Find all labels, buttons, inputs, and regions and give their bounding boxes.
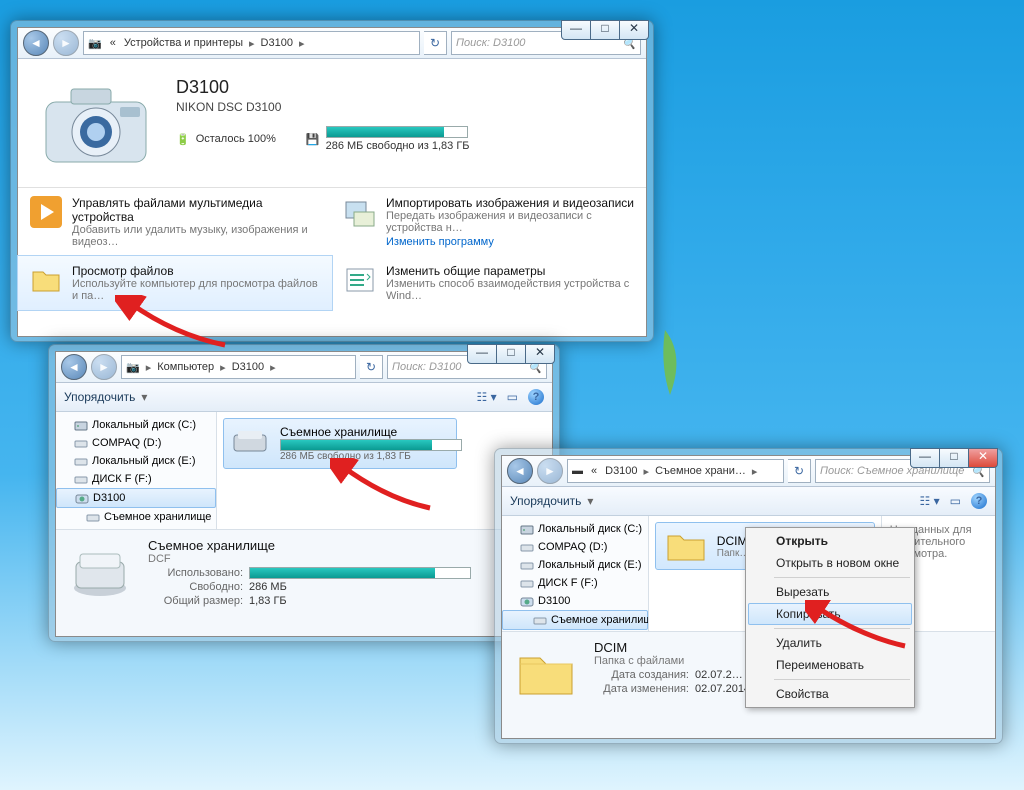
help-button[interactable]: ? (971, 493, 987, 509)
forward-button[interactable]: ► (53, 30, 79, 56)
refresh-button[interactable]: ↻ (788, 459, 811, 483)
help-button[interactable]: ? (528, 389, 544, 405)
drive-icon (74, 472, 88, 486)
drive-icon (533, 613, 547, 627)
battery-icon: 🔋 (176, 133, 190, 146)
breadcrumb[interactable]: 📷▸ Компьютер▸ D3100▸ (121, 355, 356, 379)
back-button[interactable]: ◄ (507, 458, 533, 484)
view-button[interactable]: ☷ ▾ (920, 494, 940, 508)
tree-item[interactable]: Съемное хранилище (56, 508, 216, 526)
hdd-icon (74, 418, 88, 432)
tree-item[interactable]: ДИСК F (F:) (56, 470, 216, 488)
minimize-button[interactable]: — (910, 448, 940, 468)
minimize-button[interactable]: — (561, 20, 591, 40)
tree-item[interactable]: Съемное хранилище (502, 610, 648, 630)
back-button[interactable]: ◄ (23, 30, 49, 56)
camera-icon (520, 594, 534, 608)
address-bar: ◄ ► 📷 « Устройства и принтеры▸ D3100▸ ↻ … (18, 28, 646, 59)
tree-item[interactable]: Локальный диск (C:) (502, 520, 648, 538)
menu-item-открыть[interactable]: Открыть (748, 530, 912, 552)
breadcrumb[interactable]: 📷 « Устройства и принтеры▸ D3100▸ (83, 31, 420, 55)
close-button[interactable]: ✕ (619, 20, 649, 40)
tree-item[interactable]: D3100 (56, 488, 216, 508)
camera-icon (36, 77, 156, 177)
device-name: D3100 (176, 77, 470, 98)
drive-icon (74, 454, 88, 468)
close-button[interactable]: ✕ (525, 344, 555, 364)
sdcard-icon: 💾 (306, 133, 320, 146)
organize-button[interactable]: Упорядочить (64, 390, 135, 404)
drive-icon (520, 576, 534, 590)
drive-icon (86, 510, 100, 524)
maximize-button[interactable]: □ (939, 448, 969, 468)
view-button[interactable]: ☷ ▾ (477, 390, 497, 404)
menu-item-удалить[interactable]: Удалить (748, 632, 912, 654)
device-window: — □ ✕ ◄ ► 📷 « Устройства и принтеры▸ D31… (10, 20, 654, 342)
drive-icon (520, 558, 534, 572)
drive-icon (74, 436, 88, 450)
forward-button[interactable]: ► (537, 458, 563, 484)
nav-tree[interactable]: Локальный диск (C:)COMPAQ (D:)Локальный … (502, 516, 649, 631)
tree-item[interactable]: Локальный диск (E:) (56, 452, 216, 470)
context-menu: ОткрытьОткрыть в новом окне ВырезатьКопир… (745, 527, 915, 708)
minimize-button[interactable]: — (467, 344, 497, 364)
storage-bar (280, 439, 462, 451)
breadcrumb[interactable]: ▬ « D3100▸ Съемное храни…▸ (567, 459, 784, 483)
menu-item-копировать[interactable]: Копировать (748, 603, 912, 625)
menu-item-открыть в новом окне[interactable]: Открыть в новом окне (748, 552, 912, 574)
change-program-link[interactable]: Изменить программу (386, 236, 494, 248)
back-button[interactable]: ◄ (61, 354, 87, 380)
explorer-window-2: — □ ✕ ◄ ► ▬ « D3100▸ Съемное храни…▸ ↻ П… (494, 448, 1003, 744)
menu-item-свойства[interactable]: Свойства (748, 683, 912, 705)
task-import[interactable]: Импортировать изображения и видеозаписиП… (332, 188, 646, 256)
tree-item[interactable]: Локальный диск (E:) (502, 556, 648, 574)
details-subtitle: DCF (148, 553, 471, 565)
device-model: NIKON DSC D3100 (176, 100, 470, 114)
organize-button[interactable]: Упорядочить (510, 494, 581, 508)
folder-icon (514, 640, 578, 704)
task-manage-media[interactable]: Управлять файлами мультимедиа устройства… (18, 188, 332, 256)
tree-item[interactable]: COMPAQ (D:) (56, 434, 216, 452)
maximize-button[interactable]: □ (496, 344, 526, 364)
tree-item[interactable]: COMPAQ (D:) (502, 538, 648, 556)
drive-icon (68, 538, 132, 602)
menu-item-переименовать[interactable]: Переименовать (748, 654, 912, 676)
storage-text: 286 МБ свободно из 1,83 ГБ (326, 140, 470, 152)
refresh-button[interactable]: ↻ (424, 31, 447, 55)
tree-item[interactable]: Локальный диск (C:) (56, 416, 216, 434)
storage-bar (326, 126, 468, 138)
drive-icon (520, 540, 534, 554)
close-button[interactable]: ✕ (968, 448, 998, 468)
nav-tree[interactable]: Локальный диск (C:)COMPAQ (D:)Локальный … (56, 412, 217, 529)
task-browse-files[interactable]: Просмотр файловИспользуйте компьютер для… (18, 256, 332, 310)
details-title: Съемное хранилище (148, 538, 471, 553)
menu-item-вырезать[interactable]: Вырезать (748, 581, 912, 603)
tree-item[interactable]: ДИСК F (F:) (502, 574, 648, 592)
forward-button[interactable]: ► (91, 354, 117, 380)
preview-pane-button[interactable]: ▭ (950, 494, 961, 508)
explorer-window-1: — □ ✕ ◄ ► 📷▸ Компьютер▸ D3100▸ ↻ Поиск: … (48, 344, 560, 642)
task-change-settings[interactable]: Изменить общие параметрыИзменить способ … (332, 256, 646, 310)
removable-storage-item[interactable]: Съемное хранилище 286 МБ свободно из 1,8… (223, 418, 457, 469)
camera-icon (75, 491, 89, 505)
tree-item[interactable]: D3100 (502, 592, 648, 610)
preview-pane-button[interactable]: ▭ (507, 390, 518, 404)
battery-text: Осталось 100% (196, 133, 276, 145)
maximize-button[interactable]: □ (590, 20, 620, 40)
hdd-icon (520, 522, 534, 536)
refresh-button[interactable]: ↻ (360, 355, 383, 379)
